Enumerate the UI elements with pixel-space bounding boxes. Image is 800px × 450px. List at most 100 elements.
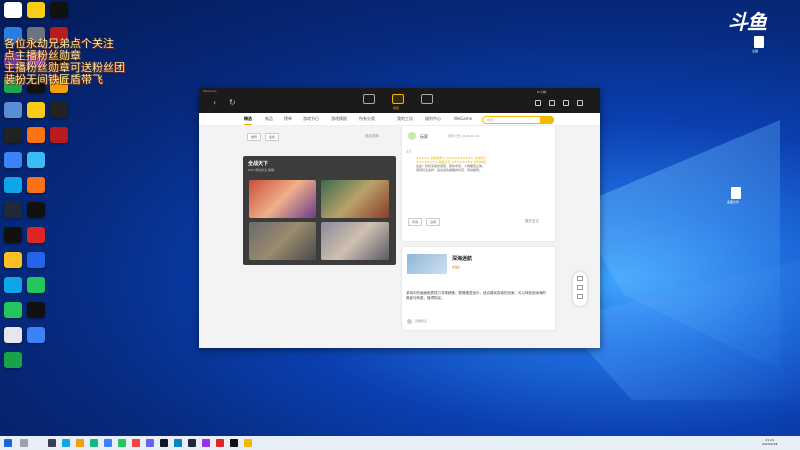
desktop-icon[interactable] — [4, 227, 22, 243]
wegame-taskbar-icon[interactable] — [244, 439, 252, 447]
sort-dropdown[interactable]: 综合排序 — [365, 134, 379, 139]
search-icon[interactable] — [20, 439, 28, 447]
game-title[interactable]: 深海迷航 — [452, 255, 472, 262]
game-card[interactable]: 深海迷航 ¥98 游戏中的画面和表现力非常精美，剧情推进适中，适合喜欢探索的玩家… — [402, 247, 555, 330]
expand-link[interactable]: 展开全文 — [525, 219, 539, 224]
start-icon[interactable] — [4, 439, 12, 447]
stream-overlay-text: 各位永劫兄弟点个关注 点主播粉丝勋章 主播粉丝勋章可送粉丝团 装扮无间铁匠盾带飞 — [4, 38, 154, 86]
desktop-icon[interactable] — [4, 127, 22, 143]
list-icon[interactable] — [577, 285, 583, 290]
filter-chip[interactable]: 推荐 — [247, 133, 262, 141]
system-tray[interactable] — [700, 439, 750, 447]
tab-categories[interactable]: 所有分类 — [359, 116, 375, 122]
explorer-icon[interactable] — [76, 439, 84, 447]
search-icon[interactable] — [540, 116, 554, 124]
file-icon[interactable] — [731, 187, 741, 199]
home-icon[interactable] — [363, 94, 375, 104]
user-name[interactable]: Hi人物 — [537, 90, 546, 94]
library-icon[interactable] — [563, 100, 569, 106]
tab-welfare[interactable]: 福利中心 — [425, 116, 441, 122]
file-icon[interactable] — [754, 36, 764, 48]
desktop-icon[interactable] — [4, 177, 22, 193]
desktop-icon[interactable] — [27, 127, 45, 143]
taskbar-app-icon[interactable] — [48, 439, 56, 447]
desktop-icon[interactable] — [27, 302, 45, 318]
tab-festival[interactable]: 游戏节日 — [303, 116, 319, 122]
gift-icon[interactable] — [535, 100, 541, 106]
featured-banner[interactable]: 全战天下 RPG 角色扮演 策略 — [243, 156, 396, 265]
game-footer[interactable]: 查看更多 — [415, 319, 427, 323]
taskbar-app-icon[interactable] — [104, 439, 112, 447]
tab-news[interactable]: 游戏情报 — [331, 116, 347, 122]
floating-toolbar — [573, 272, 587, 306]
taskbar-app-icon[interactable] — [202, 439, 210, 447]
review-user[interactable]: 玩家 — [420, 134, 428, 140]
title-bar: WeGame ‹ ↻ 商店 Hi人物 — [199, 88, 600, 113]
game-artwork[interactable] — [321, 222, 389, 260]
desktop-icon[interactable] — [4, 327, 22, 343]
game-price: ¥98 — [452, 265, 460, 270]
wechat-icon[interactable] — [4, 302, 22, 318]
file-label: 桌面文件 — [727, 200, 740, 204]
cart-icon[interactable] — [577, 276, 583, 281]
desktop-icon[interactable] — [50, 102, 68, 118]
useless-button[interactable]: 没用 — [425, 218, 440, 226]
game-artwork[interactable] — [321, 180, 389, 218]
game-artwork[interactable] — [249, 180, 316, 218]
desktop-icon[interactable] — [50, 2, 68, 18]
filter-chip[interactable]: 最新 — [264, 133, 279, 141]
taskbar-app-icon[interactable] — [146, 439, 154, 447]
tab-wegame[interactable]: WeGame — [454, 116, 472, 121]
steam-icon[interactable] — [4, 202, 22, 218]
window-label: WeGame — [203, 89, 217, 93]
review-line: 游戏玩法多样，适合喜欢策略的玩家，值得推荐。 — [416, 168, 483, 172]
edge-icon[interactable] — [62, 439, 70, 447]
desktop-icon[interactable] — [27, 152, 45, 168]
desktop-icon[interactable] — [27, 177, 45, 193]
banner-title: 全战天下 — [248, 161, 269, 167]
refresh-icon[interactable]: ↻ — [229, 98, 236, 107]
left-pane: 推荐 最新 综合排序 全战天下 RPG 角色扮演 策略 — [243, 126, 396, 348]
desktop-icon[interactable] — [27, 252, 45, 268]
store-icon[interactable] — [392, 94, 404, 104]
taskbar-app-icon[interactable] — [132, 439, 140, 447]
desktop-icon[interactable] — [4, 352, 22, 368]
desktop-icon[interactable] — [27, 202, 45, 218]
tab-ranking[interactable]: 榜单 — [284, 116, 292, 122]
desktop-icon[interactable] — [4, 152, 22, 168]
menu-icon[interactable] — [577, 100, 583, 106]
desktop-icon[interactable] — [4, 102, 22, 118]
desktop-icon[interactable] — [27, 102, 45, 118]
desktop-icon[interactable] — [4, 252, 22, 268]
douyu-logo: 斗鱼 — [728, 10, 767, 34]
taskbar-app-icon[interactable] — [174, 439, 182, 447]
clock[interactable]: 21:21 2023/2/28 — [762, 438, 777, 446]
avatar — [408, 132, 416, 140]
game-thumbnail[interactable] — [407, 254, 447, 274]
useful-button[interactable]: 有用 — [408, 218, 423, 226]
desktop-icon[interactable] — [27, 327, 45, 343]
taskbar-app-icon[interactable] — [90, 439, 98, 447]
qq-icon[interactable] — [4, 277, 22, 293]
store-label: 商店 — [393, 106, 400, 110]
desktop-icon[interactable] — [27, 2, 45, 18]
media-icon[interactable] — [421, 94, 433, 104]
taskbar-app-icon[interactable] — [118, 439, 126, 447]
taskbar-app-icon[interactable] — [230, 439, 238, 447]
desktop-icon[interactable] — [50, 127, 68, 143]
taskbar-app-icon[interactable] — [188, 439, 196, 447]
desktop-icon[interactable] — [27, 277, 45, 293]
tool-icon[interactable] — [549, 100, 555, 106]
file-label: 主播 — [752, 49, 759, 53]
taskbar-app-icon[interactable] — [160, 439, 168, 447]
netease-music-icon[interactable] — [27, 227, 45, 243]
game-artwork[interactable] — [249, 222, 316, 260]
back-icon[interactable]: ‹ — [213, 98, 216, 107]
tab-workshop[interactable]: 我的工坊 — [397, 116, 413, 122]
back-to-top-icon[interactable] — [577, 294, 583, 299]
game-description: 游戏中的画面和表现力非常精美，剧情推进适中，适合喜欢探索的玩家。可以体验到深海的… — [406, 291, 546, 300]
taskbar-app-icon[interactable] — [216, 439, 224, 447]
tab-new[interactable]: 新品 — [265, 116, 273, 122]
desktop-icon[interactable] — [4, 2, 22, 18]
tab-featured[interactable]: 精选 — [244, 116, 252, 125]
